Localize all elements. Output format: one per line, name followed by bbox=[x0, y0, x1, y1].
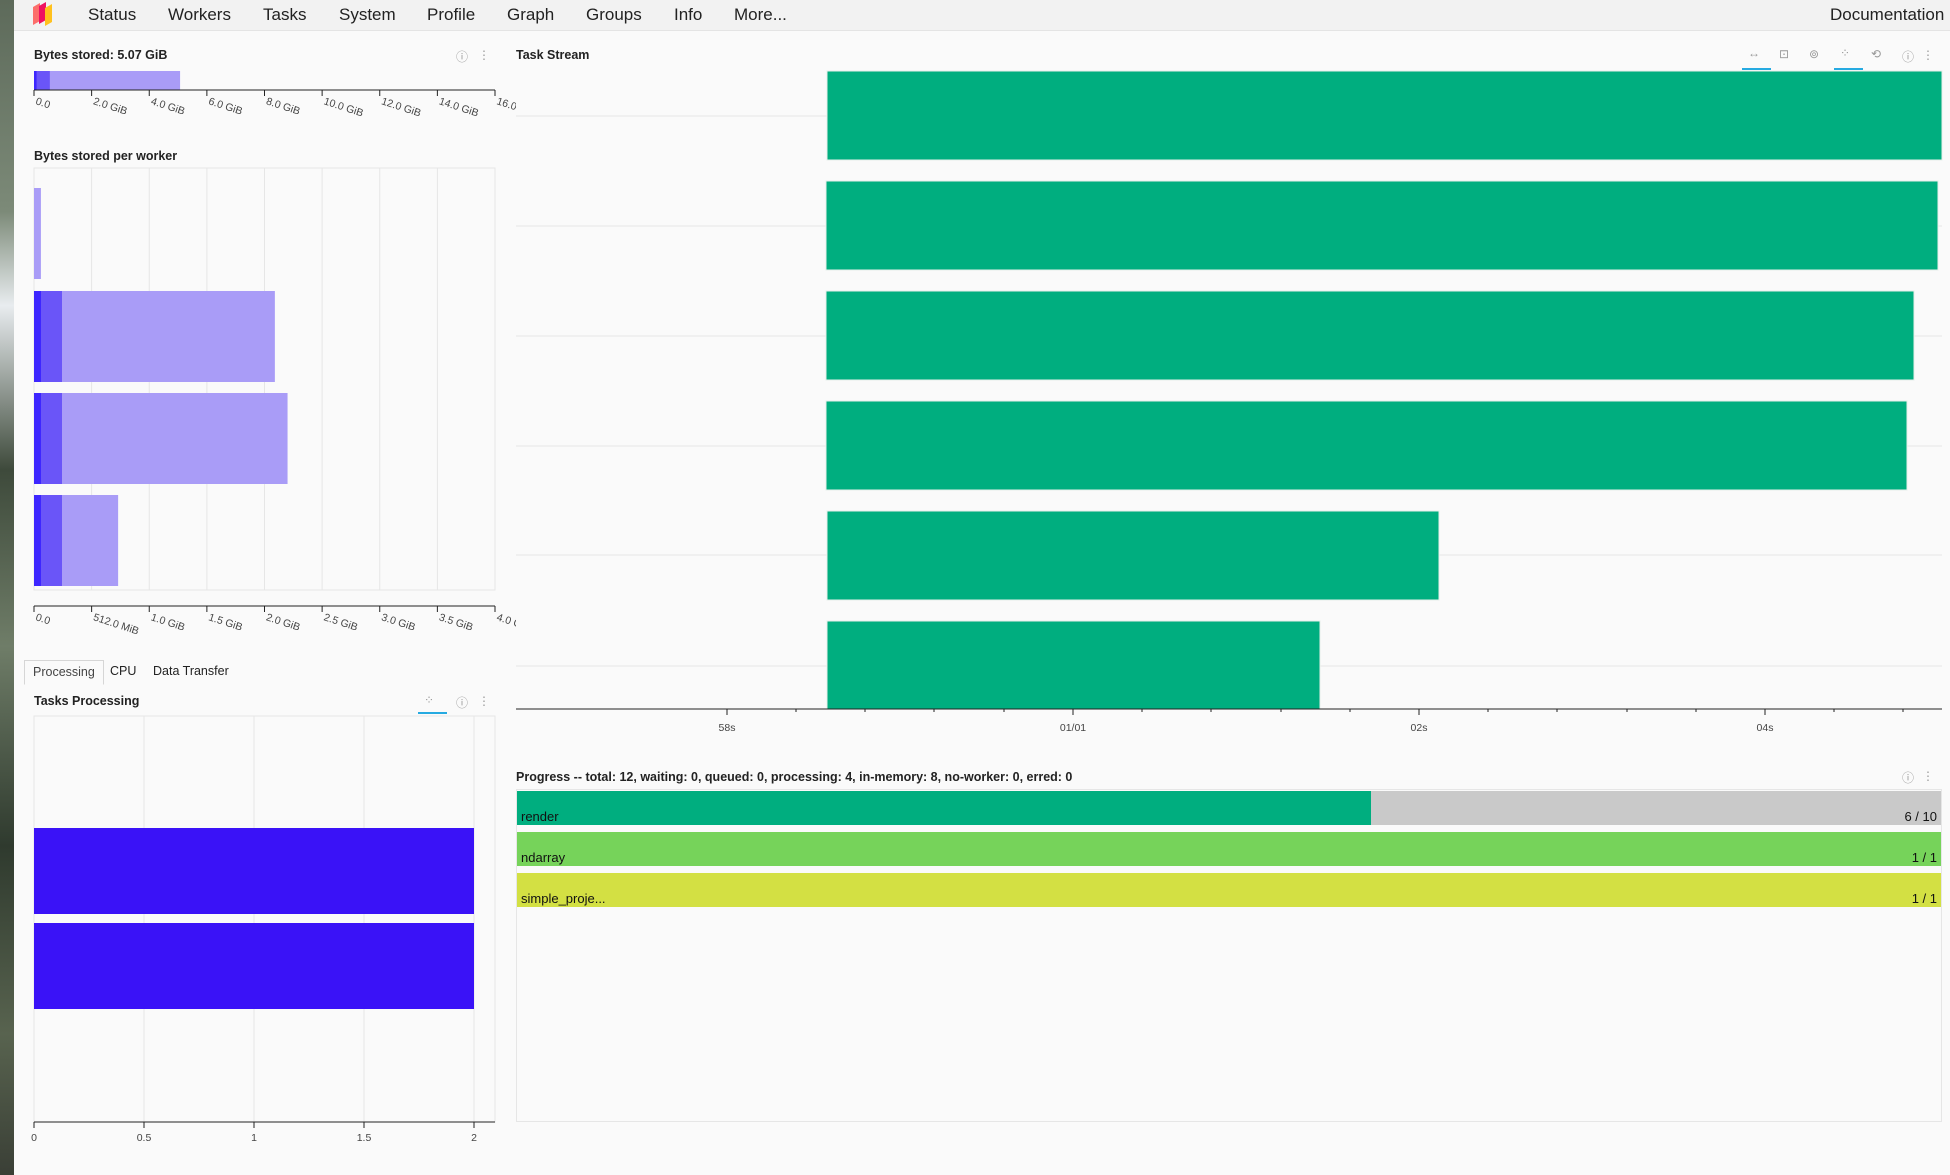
toolbar-menu-icon[interactable]: ⋮ bbox=[1922, 769, 1934, 783]
task-stream-bar[interactable] bbox=[825, 290, 1915, 381]
task-stream-bar[interactable] bbox=[825, 400, 1908, 491]
progress-bar-fill[interactable] bbox=[517, 873, 1941, 907]
plot-area bbox=[33, 715, 496, 1123]
progress-row-count: 1 / 1 bbox=[1911, 891, 1937, 906]
task-stream-bar[interactable] bbox=[826, 510, 1440, 601]
help-icon[interactable]: ⓘ bbox=[1902, 769, 1914, 786]
progress-row-count: 6 / 10 bbox=[1904, 809, 1937, 824]
tick-label: 01/01 bbox=[1060, 722, 1086, 734]
progress-row-label: simple_proje... bbox=[521, 891, 606, 906]
tick-label: 04s bbox=[1757, 722, 1774, 734]
progress-row-count: 1 / 1 bbox=[1911, 850, 1937, 865]
tick-label: 0.5 bbox=[137, 1132, 152, 1144]
progress-title: Progress -- total: 12, waiting: 0, queue… bbox=[516, 770, 1073, 784]
tick-label: 2 bbox=[471, 1132, 477, 1144]
progress-row-label: ndarray bbox=[521, 850, 566, 865]
processing-bar[interactable] bbox=[34, 923, 474, 1009]
progress-row-label: render bbox=[521, 809, 559, 824]
tick-label: 1.5 bbox=[357, 1132, 372, 1144]
processing-bar[interactable] bbox=[34, 828, 474, 914]
tick-label: 0 bbox=[31, 1132, 37, 1144]
task-stream-bar[interactable] bbox=[826, 620, 1321, 710]
tick-label: 02s bbox=[1411, 722, 1428, 734]
plot-area bbox=[516, 71, 1942, 709]
progress-bar-fill[interactable] bbox=[517, 832, 1941, 866]
progress-bar-fill[interactable] bbox=[517, 791, 1372, 825]
task-stream-bar[interactable] bbox=[826, 70, 1943, 161]
task-stream-bar[interactable] bbox=[825, 180, 1939, 271]
task-stream-chart: 58s 01/01 02s 04s bbox=[516, 70, 1943, 734]
tick-label: 1 bbox=[251, 1132, 257, 1144]
tick-label: 58s bbox=[719, 722, 736, 734]
